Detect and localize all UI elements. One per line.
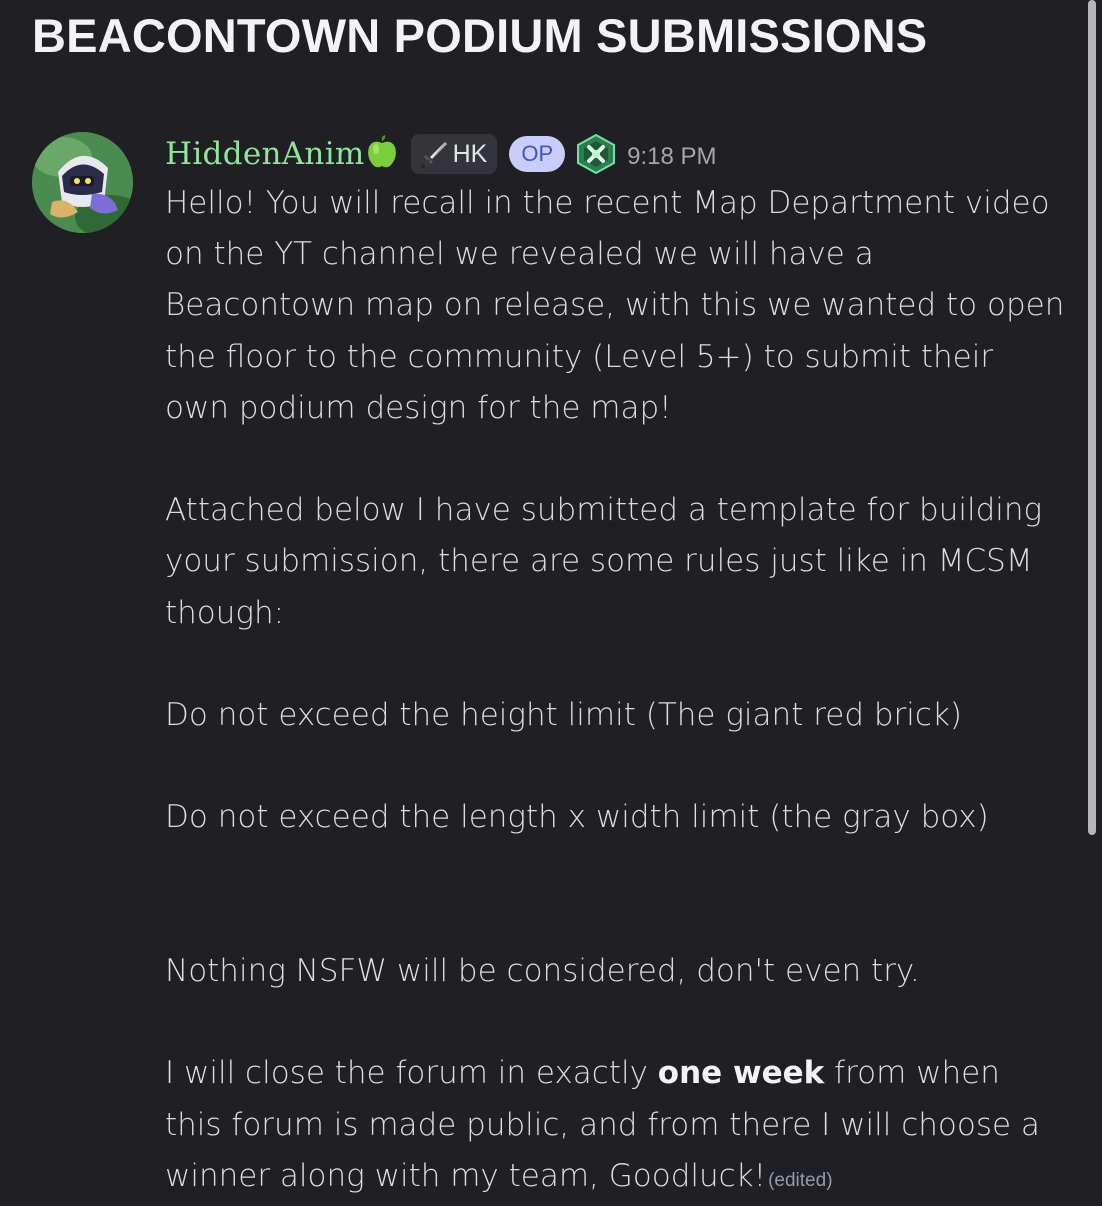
author-username[interactable]: HiddenAnim <box>165 136 365 172</box>
message-paragraph: Nothing NSFW will be considered, don't e… <box>165 952 920 989</box>
apple-icon <box>367 135 397 169</box>
timestamp: 9:18 PM <box>627 143 717 170</box>
message-paragraph: Attached below I have submitted a templa… <box>165 492 1043 631</box>
message-paragraph: I will close the forum in exactly one we… <box>165 1048 1065 1206</box>
message-paragraph: Hello! You will recall in the recent Map… <box>165 185 1065 426</box>
bold-text: one week <box>657 1055 825 1092</box>
thread-title: BEACONTOWN PODIUM SUBMISSIONS <box>32 9 928 62</box>
message-header: HiddenAnim HK OP 9:18 PM <box>165 128 717 180</box>
edited-label: (edited) <box>768 1169 833 1191</box>
scrollbar[interactable] <box>1088 0 1096 1200</box>
message-paragraph: Do not exceed the length x width limit (… <box>165 799 989 836</box>
op-badge: OP <box>509 136 566 172</box>
message-paragraph: Do not exceed the height limit (The gian… <box>165 697 962 733</box>
role-tag-label: HK <box>452 139 488 168</box>
sword-icon <box>419 139 449 169</box>
role-tag[interactable]: HK <box>410 134 498 174</box>
message-body: Hello! You will recall in the recent Map… <box>165 178 1065 1206</box>
avatar[interactable] <box>32 132 133 233</box>
paragraph-text: I will close the forum in exactly <box>165 1055 658 1092</box>
server-badge-icon <box>575 133 617 175</box>
scrollbar-thumb[interactable] <box>1088 0 1096 835</box>
